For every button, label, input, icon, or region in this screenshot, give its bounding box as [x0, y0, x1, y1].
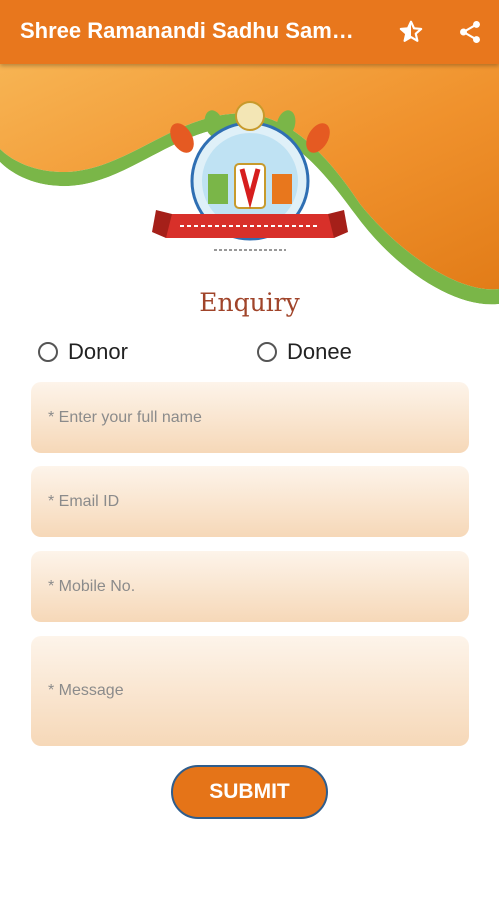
email-input[interactable]: * Email ID — [31, 466, 469, 537]
app-bar: Shree Ramanandi Sadhu Samaj Seva Trust — [0, 0, 499, 64]
donor-radio[interactable]: Donor — [38, 336, 128, 368]
star-half-icon[interactable] — [393, 14, 429, 50]
form-title: Enquiry — [199, 288, 300, 317]
full-name-placeholder: * Enter your full name — [48, 408, 202, 426]
message-placeholder: * Message — [48, 682, 124, 699]
trust-logo — [152, 96, 348, 261]
radio-unchecked-icon[interactable] — [38, 342, 58, 362]
donee-radio[interactable]: Donee — [257, 336, 352, 368]
mobile-input[interactable]: * Mobile No. — [31, 551, 469, 622]
donor-radio-label: Donor — [68, 339, 128, 364]
radio-unchecked-icon[interactable] — [257, 342, 277, 362]
submit-button[interactable]: SUBMIT — [171, 765, 328, 819]
donee-radio-label: Donee — [287, 339, 352, 364]
share-icon[interactable] — [452, 14, 488, 50]
app-title: Shree Ramanandi Sadhu Samaj Seva Trust — [20, 18, 365, 43]
message-textarea[interactable]: * Message — [31, 636, 469, 746]
mobile-placeholder: * Mobile No. — [48, 577, 136, 595]
full-name-input[interactable]: * Enter your full name — [31, 382, 469, 453]
email-placeholder: * Email ID — [48, 492, 120, 510]
